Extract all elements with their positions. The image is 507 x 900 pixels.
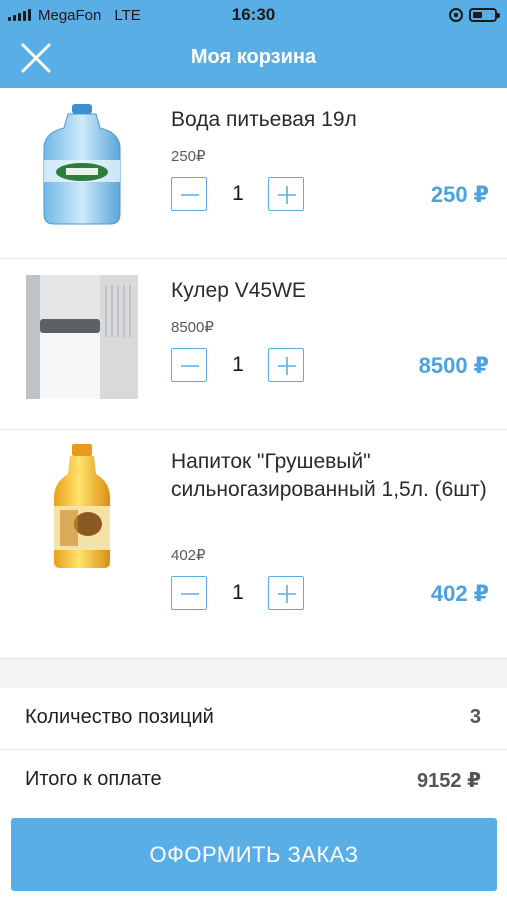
checkout-button[interactable]: ОФОРМИТЬ ЗАКАЗ — [11, 818, 497, 891]
status-time: 16:30 — [231, 5, 276, 24]
water-bottle-image — [43, 104, 121, 225]
decrease-qty-button[interactable] — [171, 348, 207, 382]
line-total: 8500 ₽ — [418, 353, 489, 378]
section-divider — [0, 658, 507, 688]
summary-total-value: 9152 ₽ — [417, 770, 481, 792]
plus-icon — [278, 585, 296, 603]
quantity-value: 1 — [232, 353, 244, 376]
product-name: Напиток "Грушевый" сильногазированный 1,… — [171, 450, 487, 501]
decrease-qty-button[interactable] — [171, 177, 207, 211]
summary-count-label: Количество позиций — [25, 706, 214, 728]
status-bar: MegaFon LTE 16:30 — [0, 0, 507, 30]
plus-icon — [278, 186, 296, 204]
nav-bar: Моя корзина — [0, 30, 507, 88]
product-unit-price: 402₽ — [171, 547, 206, 564]
product-unit-price: 8500₽ — [171, 319, 214, 336]
orientation-lock-icon — [449, 8, 463, 22]
summary-count-value: 3 — [469, 706, 481, 728]
water-cooler-image — [26, 275, 138, 399]
top-bar: MegaFon LTE 16:30 Моя корзина — [0, 0, 507, 88]
plus-icon — [278, 357, 296, 375]
increase-qty-button[interactable] — [268, 177, 304, 211]
product-name: Кулер V45WE — [171, 279, 306, 302]
product-unit-price: 250₽ — [171, 148, 206, 165]
minus-icon — [181, 194, 199, 196]
page-title: Моя корзина — [190, 46, 317, 68]
minus-icon — [181, 593, 199, 595]
cart-item: Кулер V45WE 8500₽ 1 8500 ₽ — [0, 259, 507, 430]
summary-count-row: Количество позиций 3 — [0, 688, 507, 750]
minus-icon — [181, 365, 199, 367]
increase-qty-button[interactable] — [268, 348, 304, 382]
decrease-qty-button[interactable] — [171, 576, 207, 610]
quantity-value: 1 — [232, 182, 244, 205]
cart-item: Вода питьевая 19л 250₽ 1 250 ₽ — [0, 88, 507, 259]
checkout-area: ОФОРМИТЬ ЗАКАЗ — [0, 800, 507, 900]
battery-level — [473, 12, 482, 18]
status-right — [449, 6, 500, 24]
summary-total-label: Итого к оплате — [25, 768, 162, 790]
battery-icon — [469, 8, 500, 22]
line-total: 402 ₽ — [430, 581, 489, 606]
quantity-value: 1 — [232, 581, 244, 604]
cart-item: Напиток "Грушевый" сильногазированный 1,… — [0, 430, 507, 658]
pear-soda-image — [54, 444, 110, 568]
product-name: Вода питьевая 19л — [171, 108, 357, 131]
line-total: 250 ₽ — [430, 182, 489, 207]
increase-qty-button[interactable] — [268, 576, 304, 610]
